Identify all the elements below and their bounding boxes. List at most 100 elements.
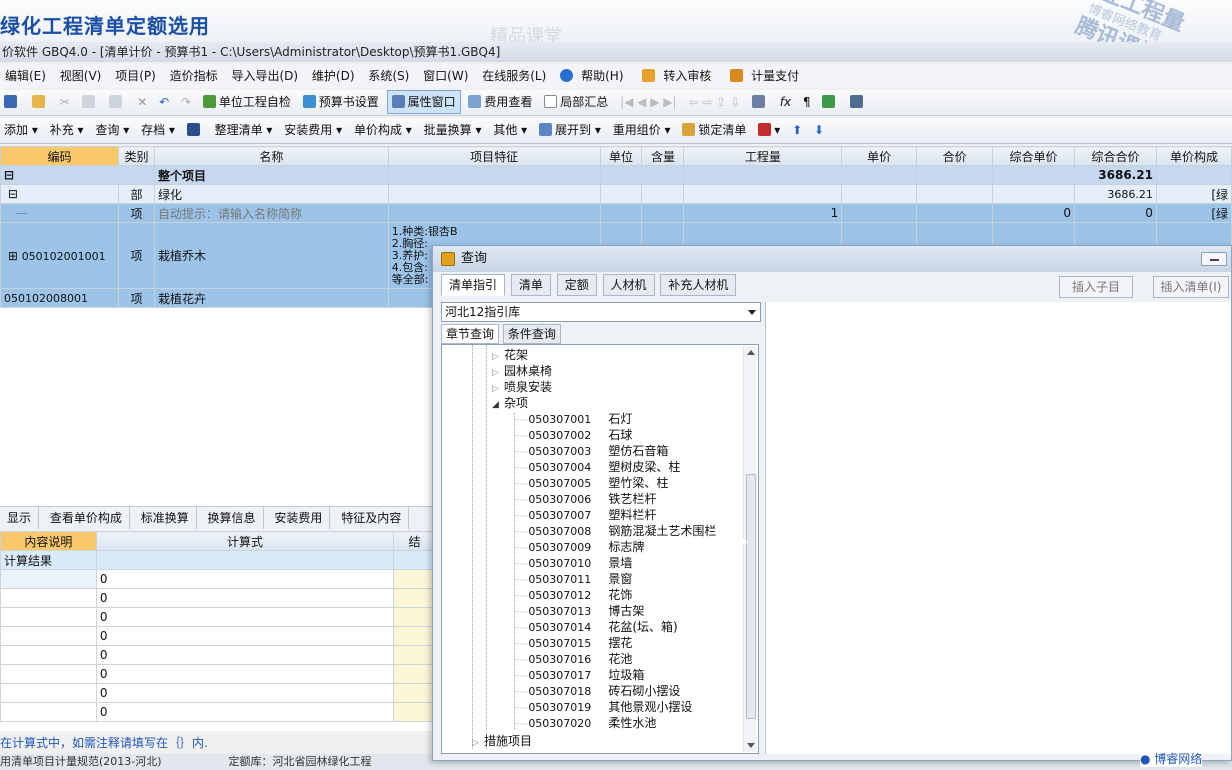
calculator-button[interactable] <box>748 90 772 114</box>
color-button[interactable]: ▾ <box>754 118 784 142</box>
self-check-button[interactable]: 单位工程自检 <box>199 90 295 114</box>
tree-node-flower-rack[interactable]: ▷ 花架 <box>492 347 528 363</box>
tree-leaf-item[interactable]: ·····050307002 石球 <box>514 427 632 443</box>
cell-code[interactable]: 050102008001 <box>0 288 119 308</box>
col-comp-price[interactable]: 综合单价 <box>992 146 1075 166</box>
calc-formula[interactable]: 0 <box>95 588 395 608</box>
cell-total[interactable] <box>916 165 994 185</box>
cell-name[interactable]: 整个项目 <box>153 165 389 185</box>
tree-leaf-item[interactable]: ·····050307001 石灯 <box>514 411 632 427</box>
cell-unit[interactable] <box>599 203 643 223</box>
tree-leaf-item[interactable]: ·····050307013 博古架 <box>514 603 644 619</box>
minimize-icon[interactable] <box>1201 252 1227 266</box>
batch-convert-button[interactable]: 批量换算 ▾ <box>420 118 486 142</box>
query-result-pane[interactable] <box>765 302 1231 754</box>
scroll-up-icon[interactable] <box>747 350 755 355</box>
fee-view-button[interactable]: 费用查看 <box>464 90 536 114</box>
tab-supplement-labor[interactable]: 补充人材机 <box>660 274 737 296</box>
calc-formula[interactable]: 0 <box>95 702 395 722</box>
menu-maintain[interactable]: 维护(D) <box>307 64 360 88</box>
cell-total[interactable] <box>916 203 994 223</box>
other-button[interactable]: 其他 ▾ <box>489 118 531 142</box>
cell-ratio[interactable] <box>641 184 685 204</box>
calc-value[interactable] <box>393 683 436 703</box>
col-feature[interactable]: 项目特征 <box>387 146 601 166</box>
cell-price[interactable] <box>841 184 918 204</box>
cut-button[interactable]: ✂ <box>56 90 74 114</box>
tree-leaf-item[interactable]: ·····050307008 钢筋混凝土艺术围栏 <box>514 523 716 539</box>
cell-qty[interactable] <box>683 165 843 185</box>
menu-edit[interactable]: 编辑(E) <box>0 64 51 88</box>
calc-row[interactable]: 0 <box>0 588 436 608</box>
green-tool-button[interactable] <box>818 90 842 114</box>
tree-node-garden-furniture[interactable]: ▷ 园林桌椅 <box>492 363 552 379</box>
col-comp-total[interactable]: 综合合价 <box>1073 146 1157 166</box>
tab-quota[interactable]: 定额 <box>556 274 597 296</box>
menu-project[interactable]: 项目(P) <box>110 64 161 88</box>
cell-total[interactable] <box>916 184 994 204</box>
calc-formula[interactable]: 0 <box>95 664 395 684</box>
cell-name[interactable]: 栽植花卉 <box>153 288 389 308</box>
calc-desc[interactable] <box>0 626 97 646</box>
menu-view[interactable]: 视图(V) <box>55 64 107 88</box>
library-select[interactable]: 河北12指引库 <box>441 302 761 322</box>
cell-name[interactable]: 栽植乔木 <box>153 222 389 289</box>
col-type[interactable]: 类别 <box>117 146 155 166</box>
calc-desc[interactable] <box>0 607 97 627</box>
collapse-arrow-icon[interactable]: ◢ <box>492 397 504 413</box>
tree-node-misc[interactable]: ◢ 杂项 <box>492 395 528 411</box>
move-up-button[interactable]: ⬆ <box>788 118 806 142</box>
calc-desc[interactable] <box>0 645 97 665</box>
query-button[interactable]: 查询 ▾ <box>91 118 133 142</box>
calc-result-formula[interactable] <box>95 550 395 570</box>
cell-price[interactable] <box>841 203 918 223</box>
paragraph-button[interactable]: ¶ <box>799 90 815 114</box>
menu-transfer-audit[interactable]: 转入审核 <box>637 64 721 88</box>
save-button[interactable] <box>0 90 24 114</box>
tab-feature-content[interactable]: 特征及内容 <box>334 507 410 529</box>
col-name[interactable]: 名称 <box>153 146 389 166</box>
property-window-button[interactable]: 属性窗口 <box>386 90 461 114</box>
supplement-button[interactable]: 补充 ▾ <box>46 118 88 142</box>
insert-list-button[interactable]: 插入清单(I) <box>1153 276 1229 298</box>
calc-value[interactable] <box>393 626 436 646</box>
calc-value[interactable] <box>393 588 436 608</box>
calc-result-row[interactable]: 计算结果 <box>0 550 436 570</box>
calc-desc[interactable] <box>0 664 97 684</box>
tab-chapter-query[interactable]: 章节查询 <box>441 324 500 344</box>
cell-qty[interactable]: 1 <box>683 203 843 223</box>
calc-desc[interactable] <box>0 588 97 608</box>
calc-result-value[interactable] <box>393 550 436 570</box>
tab-convert-info[interactable]: 换算信息 <box>201 507 264 529</box>
tree-leaf-item[interactable]: ·····050307004 塑树皮梁、柱 <box>514 459 680 475</box>
add-button[interactable]: 添加 ▾ <box>0 118 42 142</box>
tree-leaf-item[interactable]: ·····050307006 铁艺栏杆 <box>514 491 656 507</box>
calc-row[interactable]: 0 <box>0 683 436 703</box>
undo-button[interactable]: ↶ <box>155 90 173 114</box>
cell-ratio[interactable] <box>641 165 685 185</box>
calc-formula[interactable]: 0 <box>95 607 395 627</box>
tree-leaf-item[interactable]: ·····050307017 垃圾箱 <box>514 667 644 683</box>
tree-node-fountain[interactable]: ▷ 喷泉安装 <box>492 379 552 395</box>
calc-row[interactable]: 0 <box>0 702 436 722</box>
dialog-titlebar[interactable]: 查询 <box>433 246 1231 272</box>
calc-value[interactable] <box>393 645 436 665</box>
tree-scrollbar[interactable] <box>743 346 757 752</box>
collapse-toggle[interactable]: ⊟ <box>0 184 119 204</box>
calc-row[interactable]: 0 <box>0 664 436 684</box>
calc-value[interactable] <box>393 607 436 627</box>
move-buttons[interactable]: ⇦ ⇨ ⇧ ⇩ <box>684 90 744 114</box>
calc-formula[interactable]: 0 <box>95 569 395 589</box>
calc-value[interactable] <box>393 702 436 722</box>
organize-list-button[interactable]: 整理清单 ▾ <box>211 118 277 142</box>
tab-condition-query[interactable]: 条件查询 <box>502 324 561 344</box>
calc-desc[interactable] <box>0 683 97 703</box>
formula-button[interactable]: fx <box>776 90 795 114</box>
lock-list-button[interactable]: 锁定清单 <box>678 118 750 142</box>
calc-formula[interactable]: 0 <box>95 683 395 703</box>
partial-summary-checkbox[interactable]: 局部汇总 <box>540 90 612 114</box>
scroll-thumb[interactable] <box>746 474 756 719</box>
reuse-price-button[interactable]: 重用组价 ▾ <box>609 118 675 142</box>
cell-unit[interactable] <box>599 165 643 185</box>
cell-feature[interactable] <box>387 165 601 185</box>
